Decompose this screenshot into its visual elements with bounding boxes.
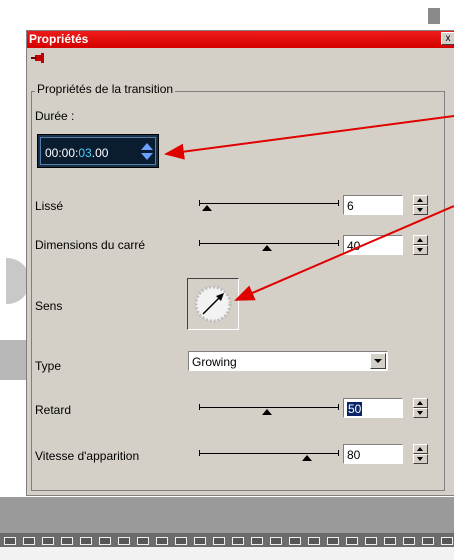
title-bar: Propriétés x <box>27 31 454 48</box>
filmstrip-hole <box>194 537 206 545</box>
delay-slider-thumb[interactable] <box>262 409 272 415</box>
appear-speed-slider-thumb[interactable] <box>302 455 312 461</box>
filmstrip-hole <box>80 537 92 545</box>
filmstrip-hole <box>156 537 168 545</box>
type-select[interactable]: Growing <box>188 351 388 371</box>
filmstrip-hole <box>365 537 377 545</box>
direction-dial-icon <box>194 285 232 323</box>
chevron-down-icon[interactable] <box>370 353 386 369</box>
filmstrip-hole <box>42 537 54 545</box>
square-size-spinner[interactable] <box>413 235 428 255</box>
duration-label: Durée : <box>35 109 75 123</box>
appear-speed-input[interactable]: 80 <box>343 444 403 464</box>
filmstrip-hole <box>23 537 35 545</box>
filmstrip-hole <box>118 537 130 545</box>
square-size-slider-thumb[interactable] <box>262 245 272 251</box>
direction-label: Sens <box>35 299 63 313</box>
direction-button[interactable] <box>187 278 239 330</box>
delay-label: Retard <box>35 403 72 417</box>
window-title: Propriétés <box>29 32 89 46</box>
filmstrip-hole <box>232 537 244 545</box>
duration-field[interactable]: 00:00:03.00 <box>37 134 159 168</box>
properties-window: Propriétés x Propriétés de la transition… <box>26 30 454 496</box>
smooth-spinner[interactable] <box>413 195 428 215</box>
filmstrip-hole <box>422 537 434 545</box>
square-size-label: Dimensions du carré <box>35 238 146 252</box>
filmstrip-hole <box>441 537 453 545</box>
filmstrip-hole <box>384 537 396 545</box>
filmstrip-hole <box>289 537 301 545</box>
close-button[interactable]: x <box>441 32 454 45</box>
filmstrip-hole <box>251 537 263 545</box>
smooth-input[interactable]: 6 <box>343 195 403 215</box>
delay-slider[interactable] <box>199 401 339 417</box>
square-size-slider[interactable] <box>199 237 339 253</box>
appear-speed-slider[interactable] <box>199 447 339 463</box>
background-panel <box>0 340 28 380</box>
smooth-slider-thumb[interactable] <box>202 205 212 211</box>
delay-spinner[interactable] <box>413 398 428 418</box>
delay-input[interactable]: 50 <box>343 398 403 418</box>
filmstrip-hole <box>175 537 187 545</box>
duration-spinner[interactable] <box>141 143 153 161</box>
filmstrip-hole <box>270 537 282 545</box>
filmstrip-hole <box>346 537 358 545</box>
smooth-label: Lissé <box>35 199 64 213</box>
filmstrip-hole <box>403 537 415 545</box>
filmstrip-hole <box>61 537 73 545</box>
appear-speed-spinner[interactable] <box>413 444 428 464</box>
filmstrip-hole <box>327 537 339 545</box>
filmstrip-hole <box>308 537 320 545</box>
appear-speed-label: Vitesse d'apparition <box>35 449 140 463</box>
filmstrip-hole <box>213 537 225 545</box>
filmstrip-hole <box>99 537 111 545</box>
square-size-input[interactable]: 40 <box>343 235 403 255</box>
background-square <box>428 8 440 24</box>
filmstrip-hole <box>137 537 149 545</box>
background-bottom <box>0 547 454 560</box>
group-legend: Propriétés de la transition <box>35 82 176 96</box>
type-label: Type <box>35 359 62 373</box>
filmstrip-hole <box>4 537 16 545</box>
duration-value: 00:00:03.00 <box>45 146 109 160</box>
smooth-slider[interactable] <box>199 197 339 213</box>
pushpin-icon[interactable] <box>31 53 45 63</box>
